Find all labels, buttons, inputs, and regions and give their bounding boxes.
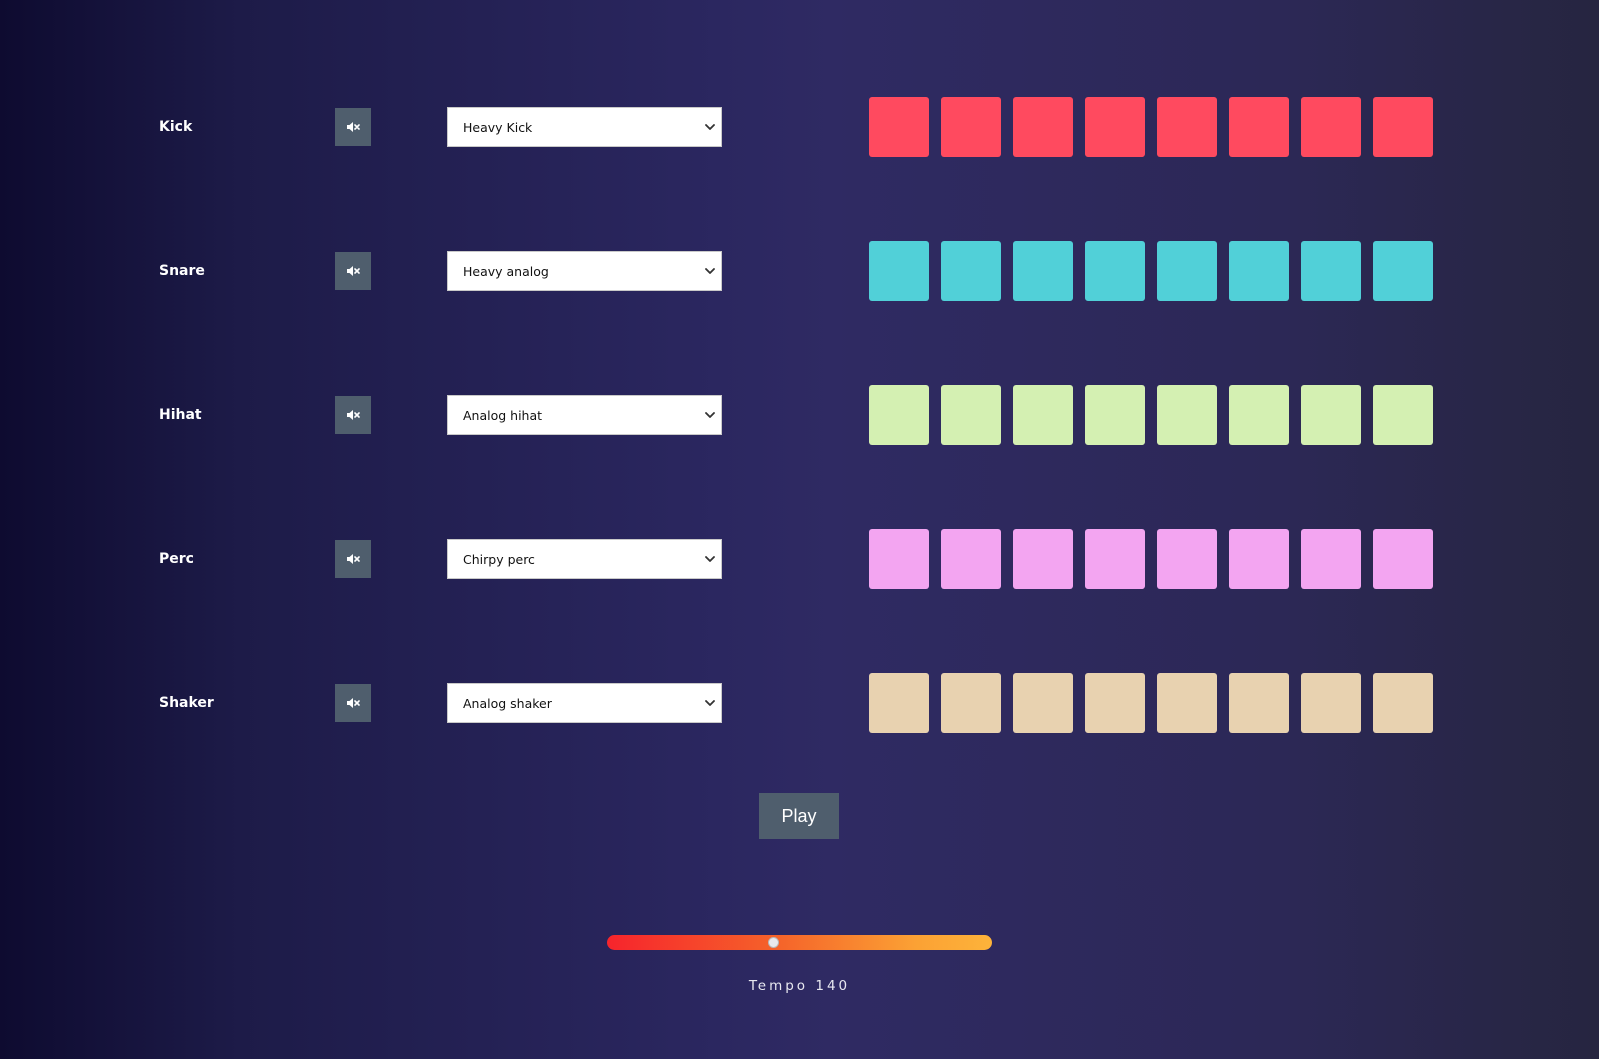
step-pad[interactable] xyxy=(1373,97,1433,157)
mute-button[interactable] xyxy=(335,684,371,722)
sound-select-value: Analog hihat xyxy=(463,407,543,423)
step-pad[interactable] xyxy=(869,241,929,301)
step-pad[interactable] xyxy=(1085,241,1145,301)
sound-select[interactable]: Analog shaker xyxy=(447,683,722,723)
step-pad[interactable] xyxy=(1301,97,1361,157)
play-button[interactable]: Play xyxy=(759,793,839,839)
step-pad[interactable] xyxy=(1085,673,1145,733)
track-row-hihat: Hihat Analog hihat xyxy=(0,385,1599,445)
step-pad[interactable] xyxy=(869,97,929,157)
step-pad[interactable] xyxy=(1229,97,1289,157)
step-pad[interactable] xyxy=(869,385,929,445)
step-pad[interactable] xyxy=(1373,529,1433,589)
step-pad[interactable] xyxy=(1301,241,1361,301)
chevron-down-icon xyxy=(699,699,721,707)
chevron-down-icon xyxy=(699,123,721,131)
step-pad[interactable] xyxy=(1301,529,1361,589)
step-pad[interactable] xyxy=(869,529,929,589)
speaker-muted-icon xyxy=(347,122,360,132)
sound-select-value: Chirpy perc xyxy=(463,551,535,567)
tempo-value: 140 xyxy=(815,978,851,994)
track-name: Snare xyxy=(159,263,205,279)
step-pad[interactable] xyxy=(1301,673,1361,733)
step-pad[interactable] xyxy=(1013,529,1073,589)
speaker-muted-icon xyxy=(347,410,360,420)
step-pad[interactable] xyxy=(1013,385,1073,445)
track-row-perc: Perc Chirpy perc xyxy=(0,529,1599,589)
step-pad[interactable] xyxy=(1229,529,1289,589)
track-row-snare: Snare Heavy analog xyxy=(0,241,1599,301)
chevron-down-icon xyxy=(699,555,721,563)
chevron-down-icon xyxy=(699,411,721,419)
step-pad[interactable] xyxy=(1157,241,1217,301)
speaker-muted-icon xyxy=(347,698,360,708)
speaker-muted-icon xyxy=(347,266,360,276)
step-pad[interactable] xyxy=(941,673,1001,733)
speaker-muted-icon xyxy=(347,554,360,564)
step-pad[interactable] xyxy=(1157,385,1217,445)
tempo-label: Tempo xyxy=(748,978,809,994)
step-pad[interactable] xyxy=(941,97,1001,157)
step-pad[interactable] xyxy=(941,385,1001,445)
step-pad[interactable] xyxy=(1013,241,1073,301)
chevron-down-icon xyxy=(699,267,721,275)
sound-select[interactable]: Analog hihat xyxy=(447,395,722,435)
sound-select-value: Heavy analog xyxy=(463,263,549,279)
step-pad[interactable] xyxy=(1301,385,1361,445)
tempo-readout: Tempo 140 xyxy=(0,978,1599,994)
step-pad[interactable] xyxy=(1013,673,1073,733)
step-pad[interactable] xyxy=(1157,529,1217,589)
mute-button[interactable] xyxy=(335,540,371,578)
step-pad[interactable] xyxy=(941,241,1001,301)
tempo-slider[interactable] xyxy=(607,935,992,950)
sound-select[interactable]: Chirpy perc xyxy=(447,539,722,579)
track-row-shaker: Shaker Analog shaker xyxy=(0,673,1599,733)
step-pad[interactable] xyxy=(1229,385,1289,445)
sound-select-value: Analog shaker xyxy=(463,695,552,711)
step-pad[interactable] xyxy=(1229,673,1289,733)
step-pad[interactable] xyxy=(1157,673,1217,733)
step-pad[interactable] xyxy=(1085,97,1145,157)
step-pad[interactable] xyxy=(1373,385,1433,445)
step-pad[interactable] xyxy=(1085,529,1145,589)
track-name: Shaker xyxy=(159,695,214,711)
step-pad[interactable] xyxy=(1085,385,1145,445)
step-pad[interactable] xyxy=(1373,673,1433,733)
step-pad[interactable] xyxy=(869,673,929,733)
sound-select[interactable]: Heavy analog xyxy=(447,251,722,291)
step-pad[interactable] xyxy=(1229,241,1289,301)
track-name: Perc xyxy=(159,551,194,567)
step-pad[interactable] xyxy=(1013,97,1073,157)
step-pad[interactable] xyxy=(941,529,1001,589)
mute-button[interactable] xyxy=(335,252,371,290)
mute-button[interactable] xyxy=(335,396,371,434)
drum-sequencer: { "tracks": [ {"name": "Kick", "sound": … xyxy=(0,0,1599,1059)
mute-button[interactable] xyxy=(335,108,371,146)
tempo-slider-thumb[interactable] xyxy=(767,937,779,948)
sound-select[interactable]: Heavy Kick xyxy=(447,107,722,147)
sound-select-value: Heavy Kick xyxy=(463,119,533,135)
step-pad[interactable] xyxy=(1157,97,1217,157)
step-pad[interactable] xyxy=(1373,241,1433,301)
track-name: Kick xyxy=(159,119,193,135)
track-row-kick: Kick Heavy Kick xyxy=(0,97,1599,157)
track-name: Hihat xyxy=(159,407,202,423)
